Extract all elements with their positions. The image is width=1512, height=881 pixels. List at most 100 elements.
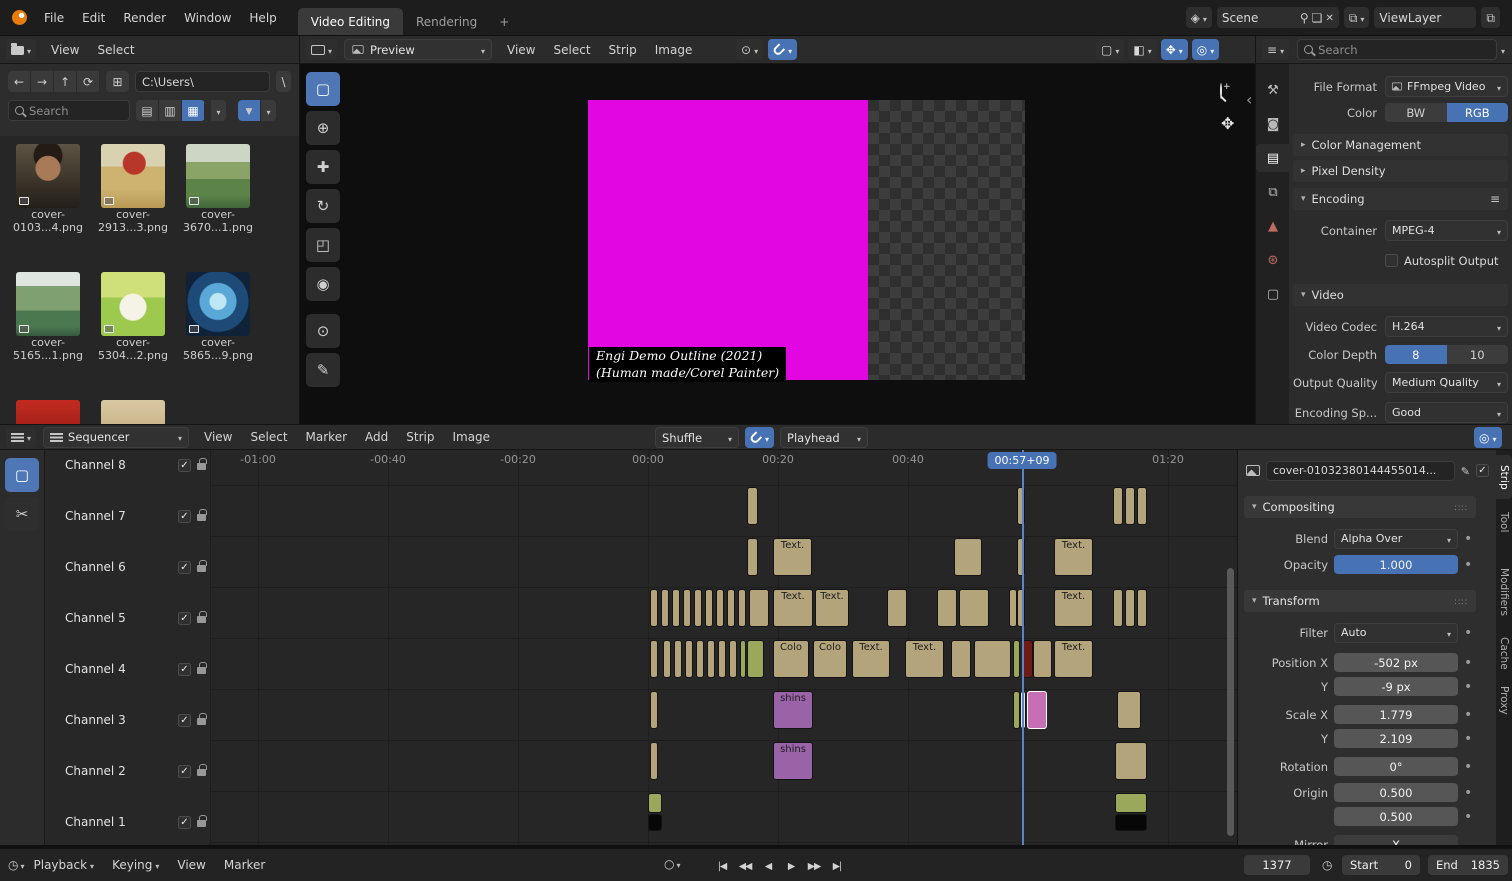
display-mode-dropdown[interactable]: Preview (344, 39, 493, 60)
workspace-tab-rendering[interactable]: Rendering (403, 8, 490, 35)
pivot-point-button[interactable] (736, 39, 764, 60)
section-color-management[interactable]: Color Management (1293, 134, 1508, 156)
section-encoding[interactable]: Encoding (1293, 188, 1508, 210)
pin-icon[interactable] (1300, 12, 1309, 24)
menu-help[interactable]: Help (240, 6, 285, 30)
end-frame-field[interactable]: End 1835 (1428, 855, 1508, 875)
sequencer-strip[interactable] (1115, 814, 1147, 831)
opacity-slider[interactable]: 1.000 (1334, 555, 1458, 574)
file-browser-menu-view[interactable]: View (42, 38, 88, 62)
sequencer-strip[interactable]: Text. (905, 640, 944, 678)
animate-dot[interactable] (1464, 809, 1472, 825)
horizontal-list-button[interactable]: ▥ (159, 100, 182, 121)
sequencer-strip[interactable] (718, 640, 726, 678)
sequencer-view-dropdown[interactable]: Sequencer (43, 426, 190, 448)
filter-button[interactable] (238, 100, 261, 121)
scale-y-field[interactable]: 2.109 (1334, 729, 1458, 748)
sequencer-strip[interactable] (663, 640, 671, 678)
keying-menu[interactable]: Keying (103, 853, 168, 877)
add-workspace-button[interactable]: + (490, 8, 518, 35)
sequencer-strip[interactable] (1013, 691, 1020, 729)
sequencer-strip[interactable] (727, 589, 735, 627)
unlink-scene-icon[interactable] (1325, 11, 1333, 24)
sequencer-strip[interactable] (696, 640, 704, 678)
sequencer-strip[interactable] (1113, 487, 1123, 525)
section-pixel-density[interactable]: Pixel Density (1293, 160, 1508, 182)
strip-name-field[interactable]: cover-01032380144455014... (1266, 460, 1455, 481)
menu-edit[interactable]: Edit (73, 6, 114, 30)
channel-lock-icon[interactable] (197, 458, 207, 470)
scale-tool[interactable]: ◰ (306, 228, 340, 262)
sequencer-strip[interactable] (1125, 487, 1135, 525)
sequencer-strip[interactable] (1125, 589, 1135, 627)
sequencer-strip[interactable] (729, 640, 737, 678)
sequencer-menu-strip[interactable]: Strip (397, 425, 443, 449)
sequencer-strip[interactable]: Text. (852, 640, 890, 678)
menu-render[interactable]: Render (114, 6, 175, 30)
forward-button[interactable]: → (31, 71, 54, 92)
color-rgb-button[interactable]: RGB (1446, 103, 1508, 122)
zoom-icon[interactable] (1220, 83, 1222, 99)
sidebar-tab-modifiers[interactable]: Modifiers (1496, 557, 1512, 627)
sequencer-strip[interactable] (707, 640, 715, 678)
sequencer-strip[interactable] (683, 589, 691, 627)
channel-mute-checkbox[interactable] (178, 714, 191, 727)
section-compositing[interactable]: Compositing (1244, 496, 1476, 518)
sequencer-strip[interactable] (974, 640, 1011, 678)
collection-tab[interactable]: ▢ (1256, 280, 1290, 308)
sequencer-strip[interactable] (887, 589, 907, 627)
viewlayer-browse-button[interactable] (1343, 7, 1370, 28)
channel-mute-checkbox[interactable] (178, 459, 191, 472)
sequencer-menu-marker[interactable]: Marker (297, 425, 356, 449)
channel-lock-icon[interactable] (197, 713, 207, 725)
sidebar-tab-strip[interactable]: Strip (1496, 455, 1512, 499)
sequencer-strip[interactable] (1033, 640, 1052, 678)
color-depth-10-button[interactable]: 10 (1446, 345, 1508, 364)
sidebar-tab-proxy[interactable]: Proxy (1496, 679, 1512, 721)
file-item[interactable]: cover- 5304...2.png (93, 272, 173, 362)
snapping-button[interactable] (768, 39, 798, 60)
sequencer-strip[interactable] (1117, 691, 1141, 729)
properties-search-input[interactable] (1318, 42, 1490, 57)
editor-type-button[interactable] (6, 39, 37, 60)
world-tab[interactable]: ⊛ (1256, 246, 1290, 274)
current-frame-field[interactable]: 1377 (1244, 855, 1310, 875)
sequencer-strip[interactable] (1137, 589, 1147, 627)
origin-x-field[interactable]: 0.500 (1334, 783, 1458, 802)
file-item[interactable]: cover- 3670...1.png (178, 144, 258, 234)
sequencer-strip[interactable]: shins (773, 691, 813, 729)
sequencer-strip[interactable] (1115, 793, 1147, 813)
sequencer-strip[interactable] (959, 589, 989, 627)
file-format-dropdown[interactable]: FFmpeg Video (1385, 76, 1508, 97)
blend-dropdown[interactable]: Alpha Over (1334, 528, 1458, 549)
filter-caret-icon[interactable] (1501, 43, 1505, 57)
path-field[interactable]: C:\Users\ (135, 71, 270, 92)
scale-x-field[interactable]: 1.779 (1334, 705, 1458, 724)
animate-dot[interactable] (1464, 785, 1472, 801)
sequencer-strip[interactable] (685, 640, 693, 678)
sequencer-strip[interactable] (1009, 589, 1017, 627)
tool-tab[interactable]: ⚒ (1256, 76, 1290, 104)
view-layer-tab[interactable]: ⧉ (1256, 178, 1290, 206)
editor-type-button[interactable] (6, 426, 37, 448)
render-tab[interactable]: ◙ (1256, 110, 1290, 138)
rename-icon[interactable] (1461, 465, 1470, 477)
sequencer-strip[interactable] (747, 538, 758, 576)
mask-display-button[interactable]: ◧ (1128, 39, 1157, 60)
overlays-button[interactable]: ◎ (1474, 427, 1502, 448)
overlap-mode-dropdown[interactable]: Shuffle (655, 427, 739, 448)
snap-to-dropdown[interactable]: Playhead (780, 427, 869, 448)
sequencer-strip[interactable] (1113, 589, 1123, 627)
position-y-field[interactable]: -9 px (1334, 677, 1458, 696)
channel-mute-checkbox[interactable] (178, 663, 191, 676)
file-item[interactable]: cover- 5165...1.png (8, 272, 88, 362)
sequencer-strip[interactable] (747, 487, 758, 525)
file-item[interactable]: cover- 0103...4.png (8, 144, 88, 234)
thumbnail-view-button[interactable]: ▦ (182, 100, 205, 121)
sequencer-menu-image[interactable]: Image (443, 425, 499, 449)
sequencer-strip[interactable] (650, 640, 658, 678)
preview-canvas[interactable]: Engi Demo Outline (2021) (Human made/Cor… (300, 64, 1255, 424)
back-button[interactable]: ← (8, 71, 31, 92)
sequencer-strip[interactable] (1013, 640, 1020, 678)
sequencer-strip[interactable] (1027, 691, 1047, 729)
